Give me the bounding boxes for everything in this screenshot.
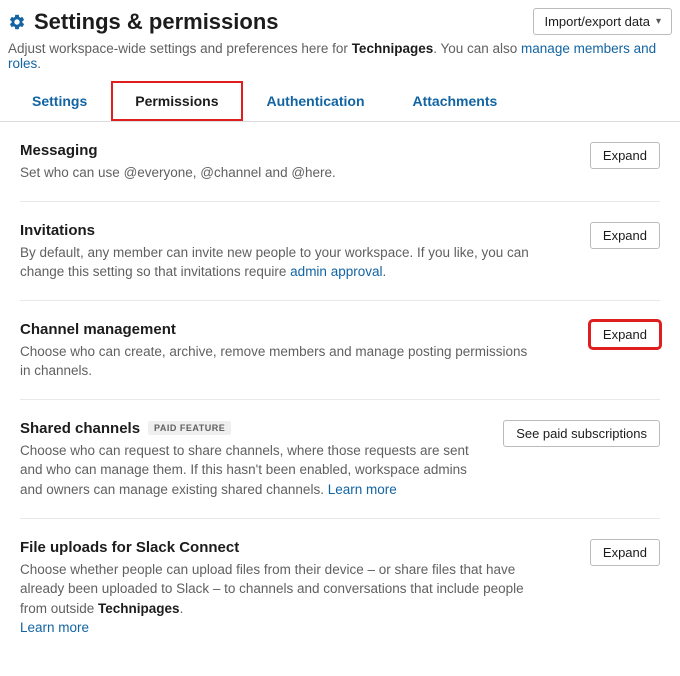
- shared-channels-desc-pre: Choose who can request to share channels…: [20, 443, 469, 497]
- admin-approval-link[interactable]: admin approval: [290, 264, 382, 279]
- header-left: Settings & permissions: [8, 9, 279, 35]
- shared-channels-learn-more-link[interactable]: Learn more: [328, 482, 397, 497]
- section-file-uploads: File uploads for Slack Connect Choose wh…: [20, 519, 660, 656]
- section-heading-shared-channels: Shared channels PAID FEATURE: [20, 420, 491, 437]
- page-subtitle: Adjust workspace-wide settings and prefe…: [0, 39, 680, 81]
- file-uploads-desc-post: .: [180, 601, 184, 616]
- section-shared-channels: Shared channels PAID FEATURE Choose who …: [20, 400, 660, 519]
- section-heading-messaging: Messaging: [20, 142, 336, 159]
- section-heading-invitations: Invitations: [20, 222, 540, 239]
- subtitle-prefix: Adjust workspace-wide settings and prefe…: [8, 41, 352, 56]
- page-header: Settings & permissions Import/export dat…: [0, 0, 680, 39]
- import-export-button[interactable]: Import/export data ▾: [533, 8, 672, 35]
- tab-attachments[interactable]: Attachments: [389, 81, 522, 121]
- page-title: Settings & permissions: [34, 9, 279, 35]
- section-desc-shared-channels: Choose who can request to share channels…: [20, 441, 491, 500]
- invitations-desc-pre: By default, any member can invite new pe…: [20, 245, 529, 280]
- expand-messaging-button[interactable]: Expand: [590, 142, 660, 169]
- expand-file-uploads-button[interactable]: Expand: [590, 539, 660, 566]
- file-uploads-desc-pre: Choose whether people can upload files f…: [20, 562, 524, 616]
- section-heading-channel-management: Channel management: [20, 321, 540, 338]
- expand-channel-management-button[interactable]: Expand: [590, 321, 660, 348]
- gear-icon: [8, 13, 26, 31]
- tab-permissions[interactable]: Permissions: [111, 81, 242, 121]
- tab-settings[interactable]: Settings: [8, 81, 111, 121]
- section-desc-channel-management: Choose who can create, archive, remove m…: [20, 342, 540, 381]
- section-invitations: Invitations By default, any member can i…: [20, 202, 660, 301]
- tab-authentication[interactable]: Authentication: [243, 81, 389, 121]
- subtitle-middle: . You can also: [433, 41, 521, 56]
- section-desc-file-uploads: Choose whether people can upload files f…: [20, 560, 540, 638]
- section-desc-messaging: Set who can use @everyone, @channel and …: [20, 163, 336, 183]
- file-uploads-learn-more-link[interactable]: Learn more: [20, 620, 89, 635]
- workspace-name: Technipages: [352, 41, 434, 56]
- invitations-desc-post: .: [382, 264, 386, 279]
- subtitle-suffix: .: [37, 56, 41, 71]
- shared-channels-title: Shared channels: [20, 420, 140, 437]
- section-heading-file-uploads: File uploads for Slack Connect: [20, 539, 540, 556]
- section-messaging: Messaging Set who can use @everyone, @ch…: [20, 122, 660, 202]
- section-channel-management: Channel management Choose who can create…: [20, 301, 660, 400]
- paid-feature-badge: PAID FEATURE: [148, 421, 231, 435]
- chevron-down-icon: ▾: [656, 16, 661, 27]
- expand-invitations-button[interactable]: Expand: [590, 222, 660, 249]
- tabs: Settings Permissions Authentication Atta…: [0, 81, 680, 122]
- file-uploads-workspace: Technipages: [98, 601, 180, 616]
- see-paid-subscriptions-button[interactable]: See paid subscriptions: [503, 420, 660, 447]
- import-export-label: Import/export data: [544, 14, 650, 29]
- content: Messaging Set who can use @everyone, @ch…: [0, 122, 680, 676]
- section-desc-invitations: By default, any member can invite new pe…: [20, 243, 540, 282]
